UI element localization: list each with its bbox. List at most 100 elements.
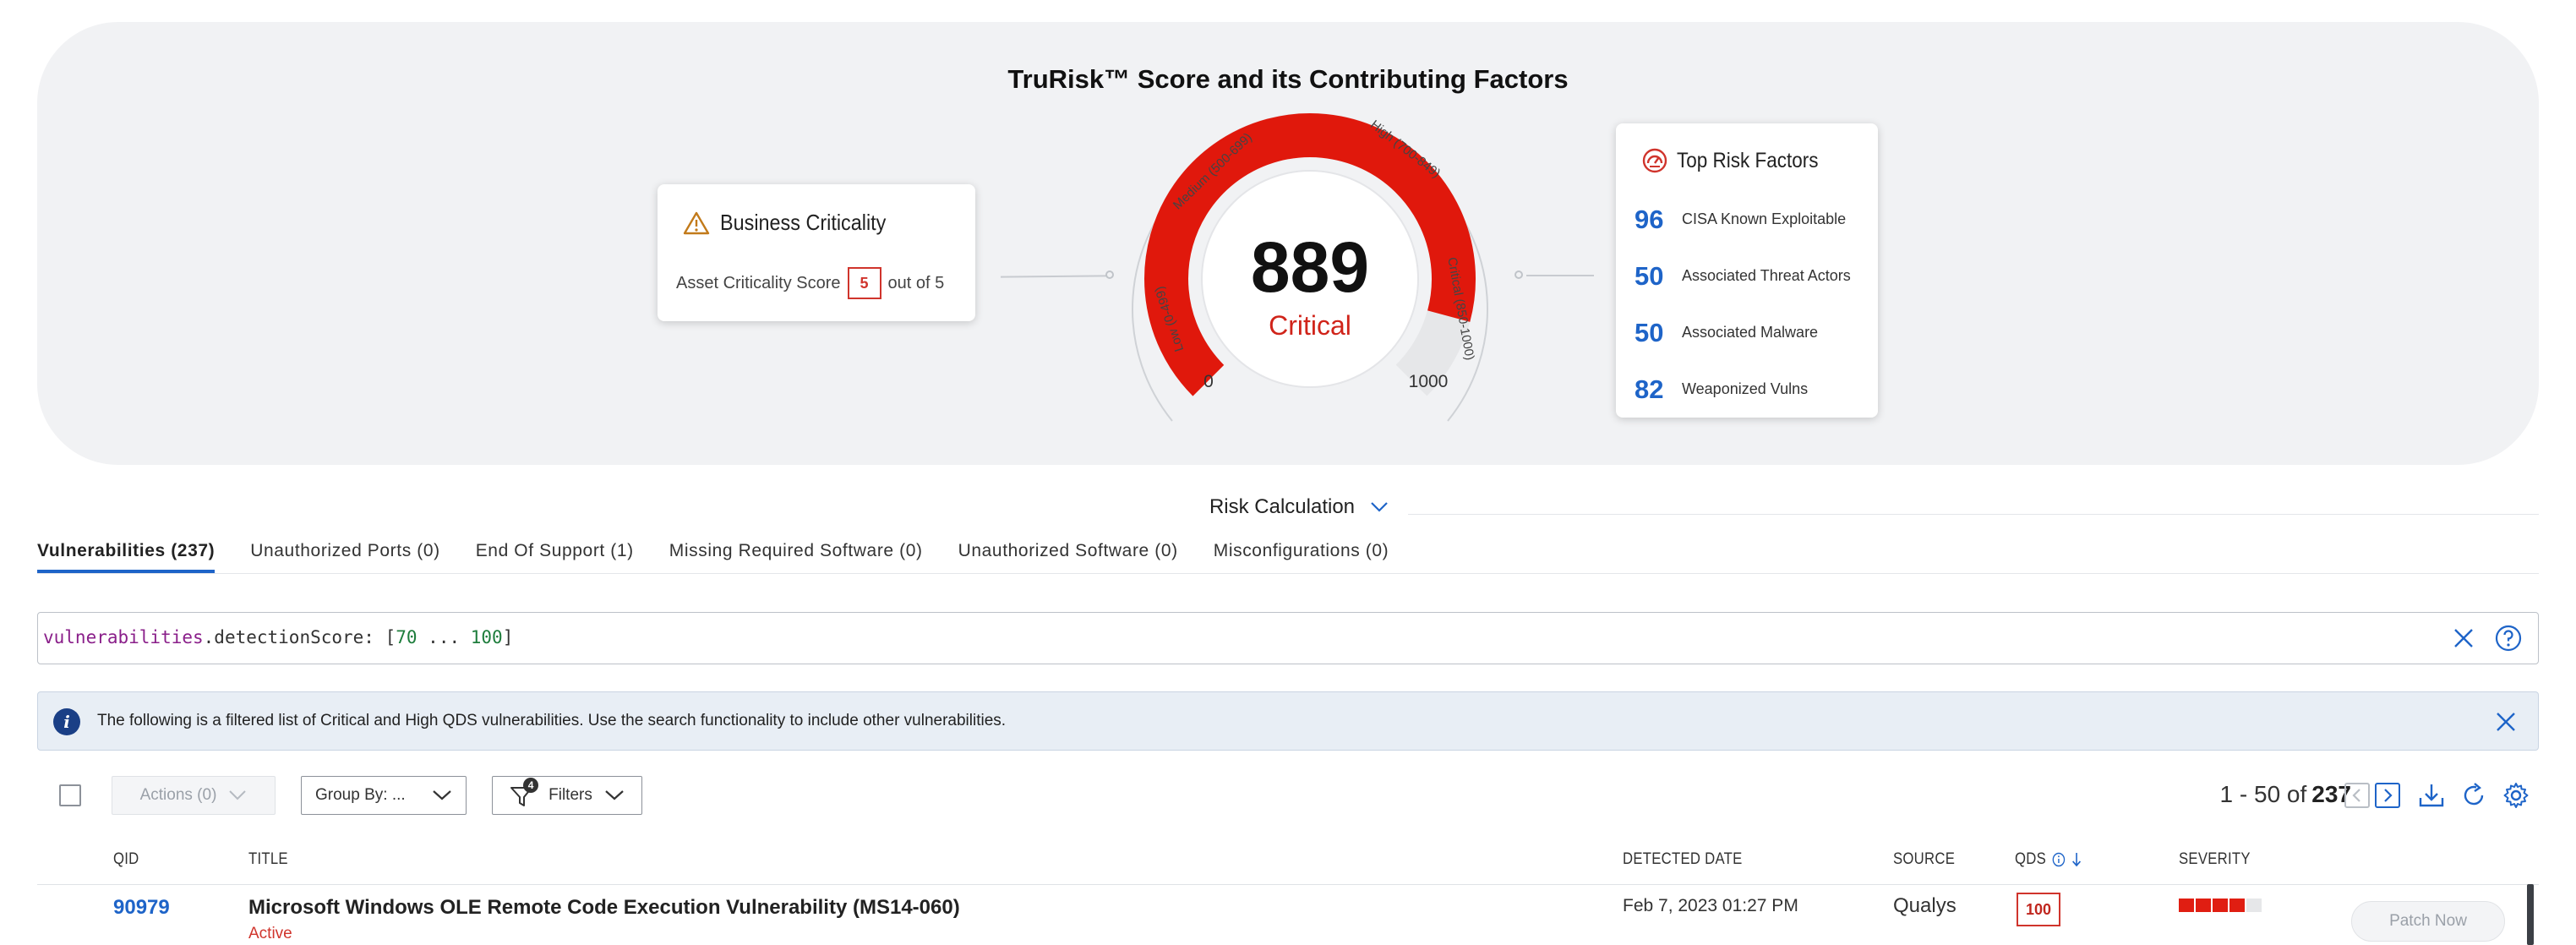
severity-segment — [2213, 899, 2228, 912]
top-risk-factors-header: Top Risk Factors — [1641, 147, 1834, 174]
sort-descending-icon[interactable] — [2071, 851, 2082, 868]
clear-search-icon[interactable] — [2450, 625, 2477, 652]
group-by-dropdown[interactable]: Group By: ... — [301, 776, 467, 815]
asset-criticality-score: 5 — [847, 267, 881, 299]
info-icon: i — [53, 708, 80, 735]
tab-misconfigurations[interactable]: Misconfigurations (0) — [1214, 538, 1389, 573]
risk-factor-label: Associated Threat Actors — [1682, 267, 1851, 284]
trurisk-gauge: 889 Critical 0 1000 Low (0-499) Medium (… — [1132, 112, 1488, 422]
chevron-down-icon — [433, 790, 451, 800]
filter-icon: 4 — [510, 778, 539, 808]
query-to: 100 — [470, 627, 503, 647]
query-subfield: .detectionScore: [ — [203, 627, 396, 647]
risk-calculation-label: Risk Calculation — [1209, 495, 1356, 518]
actions-dropdown[interactable]: Actions (0) — [112, 776, 276, 815]
group-by-label: Group By: ... — [315, 786, 406, 804]
risk-factor-value: 50 — [1635, 260, 1664, 291]
tab-vulnerabilities[interactable]: Vulnerabilities (237) — [37, 538, 216, 573]
top-risk-factors-card: Top Risk Factors 96 CISA Known Exploitab… — [1616, 123, 1878, 418]
chevron-down-icon — [605, 790, 624, 800]
detail-tabs: Vulnerabilities (237) Unauthorized Ports… — [37, 538, 1424, 573]
business-criticality-title: Business Criticality — [720, 210, 887, 235]
select-all-checkbox[interactable] — [59, 784, 81, 806]
gauge-min-label: 0 — [1203, 372, 1214, 391]
info-banner: i The following is a filtered list of Cr… — [37, 691, 2539, 751]
pagination-info: 1 - 50 of 237 — [2220, 781, 2351, 808]
query-field: vulnerabilities — [43, 627, 204, 647]
severity-segment — [2229, 899, 2245, 912]
search-input[interactable]: vulnerabilities.detectionScore: [70 ... … — [37, 612, 2539, 664]
column-header-source[interactable]: SOURCE — [1893, 850, 1955, 869]
gauge-score: 889 — [1251, 227, 1369, 307]
right-connector-line — [1526, 275, 1594, 276]
tab-unauthorized-ports[interactable]: Unauthorized Ports (0) — [250, 538, 439, 573]
risk-factor-item: 96 CISA Known Exploitable — [1635, 191, 1851, 248]
next-page-icon[interactable] — [2373, 781, 2402, 810]
qds-header-label: QDS — [2015, 850, 2047, 868]
patch-now-button[interactable]: Patch Now — [2351, 901, 2505, 942]
row-title[interactable]: Microsoft Windows OLE Remote Code Execut… — [248, 896, 960, 920]
row-qid[interactable]: 90979 — [113, 896, 170, 920]
table-header-divider — [37, 884, 2539, 885]
filters-label: Filters — [548, 786, 592, 804]
trurisk-title: TruRisk™ Score and its Contributing Fact… — [1007, 64, 1569, 94]
risk-calculation-toggle[interactable]: Risk Calculation — [1190, 492, 1408, 522]
risk-factor-item: 50 Associated Threat Actors — [1635, 248, 1851, 304]
vertical-scrollbar[interactable] — [2527, 884, 2534, 945]
risk-factor-value: 96 — [1635, 204, 1664, 234]
download-icon[interactable] — [2417, 781, 2446, 810]
severity-segment — [2179, 899, 2194, 912]
chevron-down-icon — [229, 790, 247, 800]
row-qds-badge: 100 — [2017, 893, 2060, 926]
risk-factor-label: CISA Known Exploitable — [1682, 210, 1847, 227]
speedometer-icon — [1642, 148, 1667, 173]
risk-factor-item: 50 Associated Malware — [1635, 304, 1851, 361]
risk-factor-value: 82 — [1635, 374, 1664, 404]
severity-segment — [2246, 899, 2262, 912]
info-icon[interactable] — [2052, 852, 2066, 867]
risk-factor-label: Weaponized Vulns — [1682, 380, 1809, 397]
query-from: 70 — [396, 627, 418, 647]
search-query[interactable]: vulnerabilities.detectionScore: [70 ... … — [43, 627, 513, 647]
query-close: ] — [502, 627, 514, 647]
column-header-detected-date[interactable]: DETECTED DATE — [1623, 850, 1743, 869]
help-icon[interactable] — [2494, 624, 2523, 653]
business-criticality-card: Business Criticality Asset Criticality S… — [658, 184, 975, 321]
filters-count-badge: 4 — [523, 778, 539, 793]
top-risk-factors-title: Top Risk Factors — [1677, 148, 1819, 172]
column-header-severity[interactable]: SEVERITY — [2179, 850, 2251, 869]
business-criticality-header: Business Criticality — [683, 210, 904, 236]
tab-end-of-support[interactable]: End Of Support (1) — [476, 538, 634, 573]
asset-criticality-suffix: out of 5 — [887, 273, 945, 292]
warning-icon — [683, 211, 710, 234]
severity-indicator — [2179, 899, 2262, 912]
column-header-qid[interactable]: QID — [113, 850, 139, 869]
gear-icon[interactable] — [2502, 781, 2530, 810]
query-sep: ... — [417, 627, 471, 647]
top-risk-factors-list: 96 CISA Known Exploitable 50 Associated … — [1635, 191, 1851, 418]
asset-criticality-row: Asset Criticality Score 5 out of 5 — [676, 267, 944, 299]
info-banner-text: The following is a filtered list of Crit… — [97, 712, 1007, 729]
refresh-icon[interactable] — [2459, 781, 2488, 810]
actions-label: Actions (0) — [139, 786, 217, 804]
risk-factor-value: 50 — [1635, 317, 1664, 347]
filters-button[interactable]: 4 Filters — [492, 776, 642, 815]
risk-factor-item: 82 Weaponized Vulns — [1635, 361, 1851, 418]
column-header-qds[interactable]: QDS — [2015, 850, 2082, 869]
tab-unauthorized-software[interactable]: Unauthorized Software (0) — [958, 538, 1178, 573]
pager-range: 1 - 50 of — [2219, 781, 2307, 807]
previous-page-icon[interactable] — [2343, 781, 2371, 810]
column-header-title[interactable]: TITLE — [248, 850, 288, 869]
severity-segment — [2196, 899, 2211, 912]
asset-criticality-label: Asset Criticality Score — [676, 273, 841, 292]
tab-missing-required-software[interactable]: Missing Required Software (0) — [669, 538, 923, 573]
close-icon[interactable] — [2494, 710, 2518, 734]
row-source: Qualys — [1893, 894, 1957, 917]
gauge-max-label: 1000 — [1409, 372, 1449, 391]
row-status: Active — [248, 925, 292, 942]
tabs-divider — [37, 573, 2539, 574]
risk-factor-label: Associated Malware — [1682, 324, 1819, 341]
chevron-down-icon — [1371, 502, 1388, 512]
gauge-level: Critical — [1269, 310, 1351, 341]
row-detected-date: Feb 7, 2023 01:27 PM — [1623, 896, 1798, 915]
